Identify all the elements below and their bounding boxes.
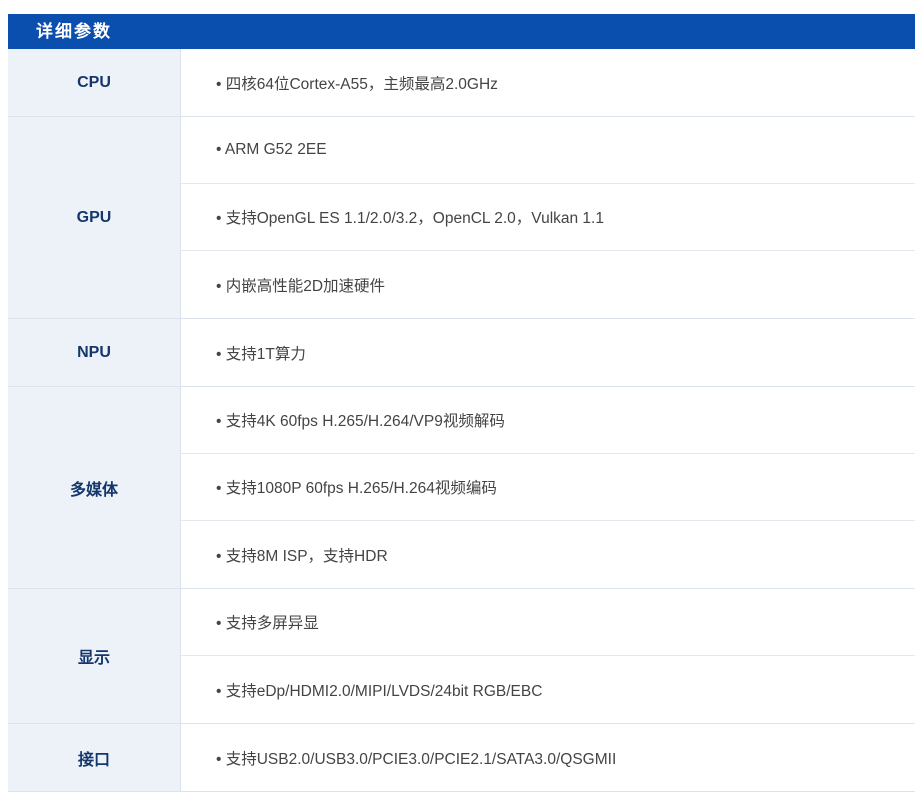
spec-label: 接口 [8,724,181,791]
spec-label: 显示 [8,589,181,723]
spec-header-title: 详细参数 [36,22,112,41]
spec-table: CPU • 四核64位Cortex-A55，主频最高2.0GHz GPU • A… [8,49,915,792]
spec-value: • 支持1080P 60fps H.265/H.264视频编码 [181,454,915,521]
spec-value: • 支持USB2.0/USB3.0/PCIE3.0/PCIE2.1/SATA3.… [216,750,617,768]
spec-value: • 内嵌高性能2D加速硬件 [216,277,386,295]
spec-values: • 支持1T算力 [181,319,915,386]
spec-value: • 支持eDp/HDMI2.0/MIPI/LVDS/24bit RGB/EBC [216,682,543,700]
spec-values: • 支持多屏异显 • 支持eDp/HDMI2.0/MIPI/LVDS/24bit… [181,589,915,723]
spec-values: • 四核64位Cortex-A55，主频最高2.0GHz [181,49,915,116]
spec-row-npu: NPU • 支持1T算力 [8,319,915,387]
spec-value: • ARM G52 2EE [181,117,915,184]
spec-row-multimedia: 多媒体 • 支持4K 60fps H.265/H.264/VP9视频解码 • 支… [8,387,915,589]
spec-row-cpu: CPU • 四核64位Cortex-A55，主频最高2.0GHz [8,49,915,117]
spec-values: • 支持USB2.0/USB3.0/PCIE3.0/PCIE2.1/SATA3.… [181,724,915,791]
spec-value: • 支持1T算力 [216,345,306,363]
spec-row-interface: 接口 • 支持USB2.0/USB3.0/PCIE3.0/PCIE2.1/SAT… [8,724,915,792]
spec-value: • 支持多屏异显 [181,589,915,656]
spec-label: NPU [8,319,181,386]
spec-value: • 四核64位Cortex-A55，主频最高2.0GHz [216,75,498,93]
spec-value: • 支持4K 60fps H.265/H.264/VP9视频解码 [181,387,915,454]
spec-values: • 支持4K 60fps H.265/H.264/VP9视频解码 • 支持108… [181,387,915,588]
spec-row-gpu: GPU • ARM G52 2EE • 支持OpenGL ES 1.1/2.0/… [8,117,915,319]
spec-values: • ARM G52 2EE • 支持OpenGL ES 1.1/2.0/3.2，… [181,117,915,318]
spec-label: GPU [8,117,181,318]
spec-label: CPU [8,49,181,116]
spec-value: • 支持OpenGL ES 1.1/2.0/3.2，OpenCL 2.0，Vul… [181,184,915,251]
spec-row-display: 显示 • 支持多屏异显 • 支持eDp/HDMI2.0/MIPI/LVDS/24… [8,589,915,724]
spec-value: • 支持8M ISP，支持HDR [216,547,388,565]
spec-header: 详细参数 [8,14,915,49]
spec-label: 多媒体 [8,387,181,588]
